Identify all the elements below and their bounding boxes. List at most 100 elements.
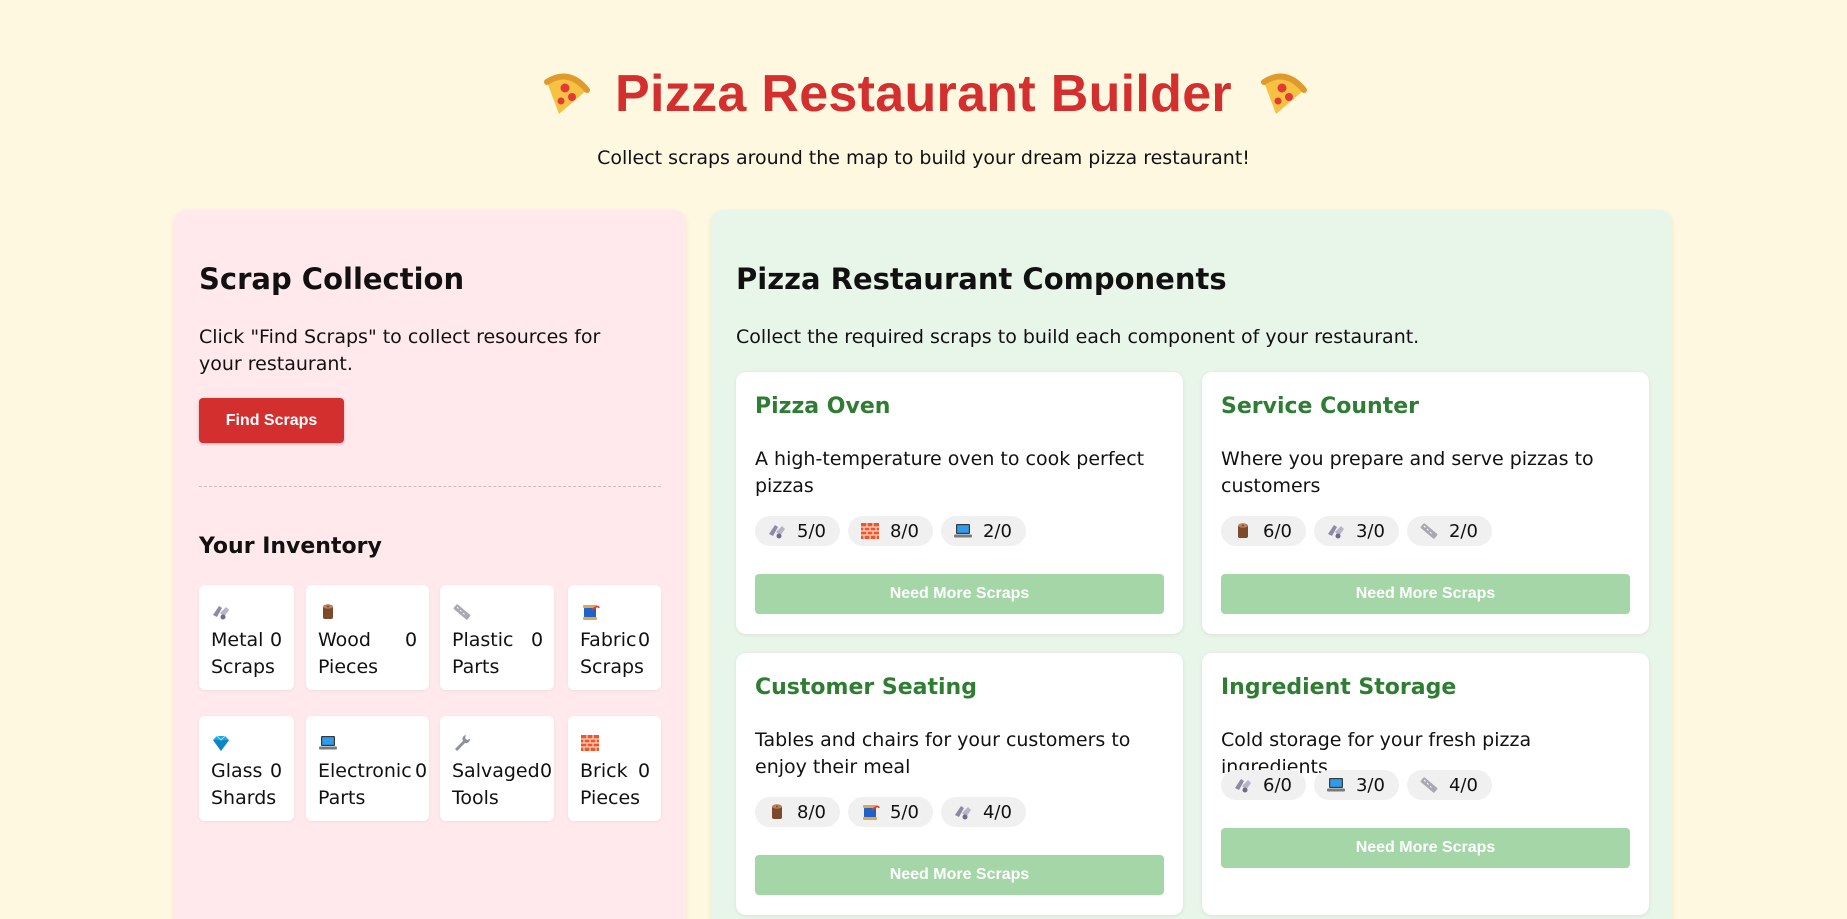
requirements-list: 6/0 3/0 2/0	[1221, 516, 1492, 546]
wood-log-icon	[318, 602, 338, 622]
requirement-count: 5/0	[889, 801, 919, 823]
pizza-slice-icon	[539, 68, 591, 120]
requirement-count: 5/0	[797, 520, 826, 542]
requirement-count: 6/0	[1263, 774, 1292, 796]
scrap-collection-title: Scrap Collection	[199, 262, 465, 296]
component-card-pizza-oven: Pizza Oven A high-temperature oven to co…	[736, 372, 1183, 634]
inventory-item-count: 0	[531, 629, 544, 651]
component-title: Service Counter	[1221, 394, 1419, 419]
requirement-badge: 5/0	[755, 516, 840, 546]
components-panel: Pizza Restaurant Components Collect the …	[711, 210, 1672, 919]
inventory-item-count: 0	[415, 760, 428, 782]
inventory-item-name: Brick Pieces	[580, 760, 641, 809]
components-title: Pizza Restaurant Components	[736, 262, 1227, 296]
inventory-item-wood-pieces: Wood Pieces 0	[306, 585, 429, 690]
requirement-badge: 8/0	[755, 797, 840, 827]
requirement-count: 3/0	[1355, 520, 1385, 542]
inventory-item-count: 0	[405, 629, 418, 651]
component-card-service-counter: Service Counter Where you prepare and se…	[1202, 372, 1649, 634]
inventory-item-plastic-parts: Plastic Parts 0	[440, 585, 554, 690]
requirement-badge: 4/0	[1406, 770, 1492, 800]
page-title: Pizza Restaurant Builder	[615, 65, 1232, 123]
inventory-item-count: 0	[270, 629, 283, 651]
requirement-badge: 8/0	[847, 516, 933, 546]
need-more-scraps-button[interactable]: Need More Scraps	[1221, 828, 1630, 868]
inventory-item-name: Salvaged Tools	[452, 760, 540, 809]
scrap-collection-panel: Scrap Collection Click "Find Scraps" to …	[174, 210, 686, 919]
inventory-item-electronic-parts: Electronic Parts 0	[306, 716, 429, 821]
component-title: Pizza Oven	[755, 394, 891, 419]
divider	[199, 486, 661, 487]
requirement-count: 2/0	[982, 520, 1012, 542]
laptop-icon	[953, 521, 973, 541]
component-card-customer-seating: Customer Seating Tables and chairs for y…	[736, 653, 1183, 915]
inventory-item-count: 0	[540, 760, 553, 782]
brick-icon	[580, 733, 600, 753]
requirements-list: 6/0 3/0 4/0	[1221, 770, 1492, 800]
pizza-slice-icon	[1256, 68, 1308, 120]
brick-icon	[860, 521, 880, 541]
metal-scrap-icon	[211, 602, 231, 622]
inventory-item-name: Glass Shards	[211, 760, 277, 809]
inventory-item-count: 0	[638, 760, 651, 782]
page-header: Pizza Restaurant Builder	[0, 62, 1847, 126]
inventory-item-brick-pieces: Brick Pieces 0	[568, 716, 661, 821]
inventory-item-metal-scraps: Metal Scraps 0	[199, 585, 294, 690]
metal-scrap-icon	[1326, 521, 1346, 541]
requirement-badge: 3/0	[1313, 516, 1399, 546]
requirement-count: 2/0	[1448, 520, 1478, 542]
need-more-scraps-button[interactable]: Need More Scraps	[1221, 574, 1630, 614]
wood-log-icon	[767, 802, 787, 822]
requirement-badge: 3/0	[1313, 770, 1399, 800]
plastic-ruler-icon	[452, 602, 472, 622]
requirement-badge: 4/0	[940, 797, 1026, 827]
requirements-list: 8/0 5/0 4/0	[755, 797, 1026, 827]
inventory-item-count: 0	[638, 629, 651, 651]
component-description: Tables and chairs for your customers to …	[755, 729, 1131, 778]
requirement-count: 3/0	[1355, 774, 1385, 796]
requirement-count: 8/0	[797, 801, 826, 823]
fabric-spool-icon	[860, 802, 880, 822]
inventory-item-name: Wood Pieces	[318, 629, 379, 678]
plastic-ruler-icon	[1419, 775, 1439, 795]
plastic-ruler-icon	[1419, 521, 1439, 541]
find-scraps-button[interactable]: Find Scraps	[199, 398, 344, 443]
need-more-scraps-button[interactable]: Need More Scraps	[755, 574, 1164, 614]
requirement-badge: 2/0	[1406, 516, 1492, 546]
inventory-title: Your Inventory	[199, 534, 382, 559]
metal-scrap-icon	[767, 521, 787, 541]
need-more-scraps-button[interactable]: Need More Scraps	[755, 855, 1164, 895]
requirement-badge: 6/0	[1221, 516, 1306, 546]
inventory-item-fabric-scraps: Fabric Scraps 0	[568, 585, 661, 690]
component-description: Where you prepare and serve pizzas to cu…	[1221, 448, 1594, 497]
inventory-item-count: 0	[270, 760, 283, 782]
requirement-badge: 2/0	[940, 516, 1026, 546]
requirement-badge: 6/0	[1221, 770, 1306, 800]
wood-log-icon	[1233, 521, 1253, 541]
inventory-item-name: Plastic Parts	[452, 629, 514, 678]
wrench-icon	[452, 733, 472, 753]
page-subtitle: Collect scraps around the map to build y…	[597, 147, 1250, 169]
requirements-list: 5/0 8/0 2/0	[755, 516, 1026, 546]
component-card-ingredient-storage: Ingredient Storage Cold storage for your…	[1202, 653, 1649, 915]
inventory-item-glass-shards: Glass Shards 0	[199, 716, 294, 821]
requirement-count: 4/0	[982, 801, 1012, 823]
requirement-count: 4/0	[1448, 774, 1478, 796]
component-title: Customer Seating	[755, 675, 977, 700]
inventory-item-salvaged-tools: Salvaged Tools 0	[440, 716, 554, 821]
inventory-item-name: Fabric Scraps	[580, 629, 644, 678]
glass-gem-icon	[211, 733, 231, 753]
requirement-count: 8/0	[889, 520, 919, 542]
requirement-badge: 5/0	[847, 797, 933, 827]
requirement-count: 6/0	[1263, 520, 1292, 542]
fabric-spool-icon	[580, 602, 600, 622]
laptop-icon	[1326, 775, 1346, 795]
components-intro: Collect the required scraps to build eac…	[736, 326, 1420, 348]
inventory-item-name: Electronic Parts	[318, 760, 412, 809]
metal-scrap-icon	[953, 802, 973, 822]
component-title: Ingredient Storage	[1221, 675, 1457, 700]
laptop-icon	[318, 733, 338, 753]
component-description: A high-temperature oven to cook perfect …	[755, 448, 1145, 497]
metal-scrap-icon	[1233, 775, 1253, 795]
scrap-collection-intro: Click "Find Scraps" to collect resources…	[199, 326, 601, 375]
